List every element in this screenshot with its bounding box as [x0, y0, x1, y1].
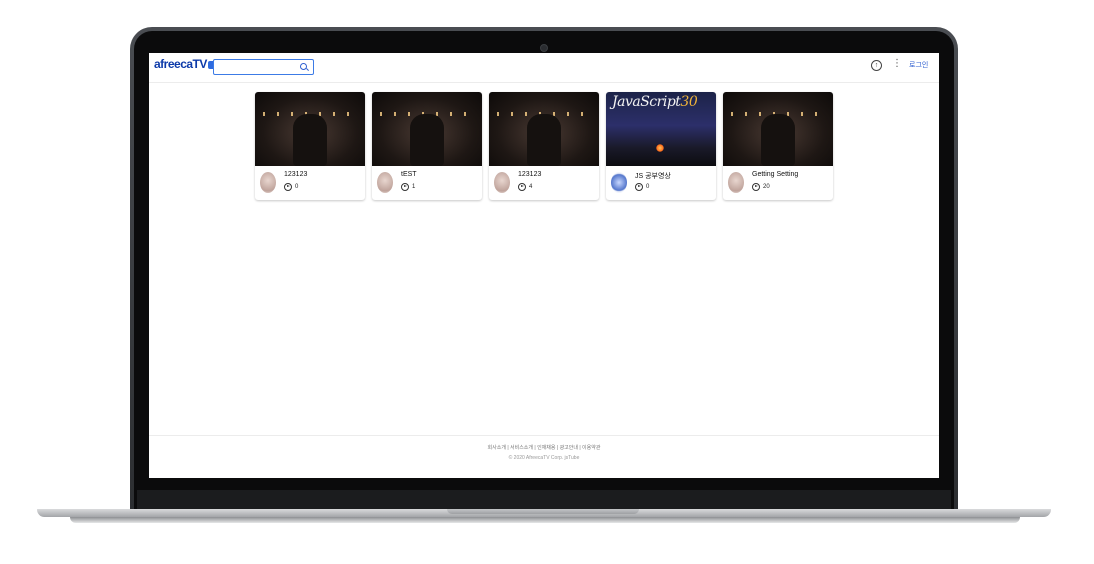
video-title[interactable]: 123123: [518, 171, 541, 178]
view-count: 0: [284, 183, 298, 191]
play-circle-icon: [635, 183, 643, 191]
thumbnail-person: [527, 114, 561, 166]
avatar[interactable]: [728, 172, 744, 193]
video-title[interactable]: tEST: [401, 171, 417, 178]
video-card[interactable]: 123123 4: [489, 92, 599, 200]
view-count-value: 1: [412, 184, 416, 190]
thumbnail-title-text: JavaScript: [612, 94, 681, 110]
campfire: [656, 144, 664, 152]
video-grid: 123123 0 tEST 1 123123 4 JavaScript30 JS…: [255, 92, 833, 200]
footer-links[interactable]: 회사소개 | 서비스소개 | 인재채용 | 광고안내 | 이용약관: [149, 444, 939, 451]
thumbnail-title-number: 30: [680, 94, 698, 110]
view-count-value: 20: [763, 184, 770, 190]
footer: 회사소개 | 서비스소개 | 인재채용 | 광고안내 | 이용약관 © 2020…: [149, 435, 939, 478]
video-thumbnail[interactable]: [489, 92, 599, 166]
view-count: 1: [401, 183, 415, 191]
laptop-chin: [137, 490, 951, 510]
avatar[interactable]: [377, 172, 393, 193]
browser-screen: afreecaTV ↑ ⋮ 로그인 123123 0 tEST 1 123123…: [149, 53, 939, 478]
view-count-value: 0: [295, 184, 299, 190]
video-card[interactable]: tEST 1: [372, 92, 482, 200]
more-vertical-icon[interactable]: ⋮: [892, 58, 902, 70]
avatar[interactable]: [611, 172, 627, 193]
video-title[interactable]: 123123: [284, 171, 307, 178]
view-count-value: 4: [529, 184, 533, 190]
video-thumbnail[interactable]: JavaScript30: [606, 92, 716, 166]
logo-text[interactable]: afreecaTV: [154, 57, 207, 71]
video-card[interactable]: JavaScript30 JS 공부영상 0: [606, 92, 716, 200]
video-title[interactable]: JS 공부영상: [635, 171, 671, 181]
video-thumbnail[interactable]: [723, 92, 833, 166]
thumbnail-person: [293, 114, 327, 166]
view-count: 0: [635, 183, 649, 191]
view-count: 20: [752, 183, 770, 191]
avatar[interactable]: [260, 172, 276, 193]
logo[interactable]: afreecaTV: [154, 57, 215, 71]
search-box[interactable]: [213, 59, 314, 75]
play-circle-icon: [284, 183, 292, 191]
play-circle-icon: [518, 183, 526, 191]
laptop-notch: [447, 509, 639, 514]
login-link[interactable]: 로그인: [909, 60, 928, 70]
laptop-base-shadow: [70, 517, 1020, 523]
thumbnail-person: [761, 114, 795, 166]
webcam: [540, 44, 548, 52]
play-circle-icon: [401, 183, 409, 191]
view-count: 4: [518, 183, 532, 191]
view-count-value: 0: [646, 184, 650, 190]
top-navbar: afreecaTV ↑ ⋮ 로그인: [149, 53, 939, 83]
video-title[interactable]: Getting Setting: [752, 171, 798, 178]
video-card[interactable]: Getting Setting 20: [723, 92, 833, 200]
upload-icon[interactable]: ↑: [871, 60, 882, 71]
thumbnail-title: JavaScript30: [612, 94, 698, 110]
video-card[interactable]: 123123 0: [255, 92, 365, 200]
copyright: © 2020 AfreecaTV Corp. jsTube: [508, 455, 580, 461]
video-thumbnail[interactable]: [372, 92, 482, 166]
play-circle-icon: [752, 183, 760, 191]
thumbnail-person: [410, 114, 444, 166]
video-thumbnail[interactable]: [255, 92, 365, 166]
search-icon[interactable]: [300, 63, 307, 70]
avatar[interactable]: [494, 172, 510, 193]
